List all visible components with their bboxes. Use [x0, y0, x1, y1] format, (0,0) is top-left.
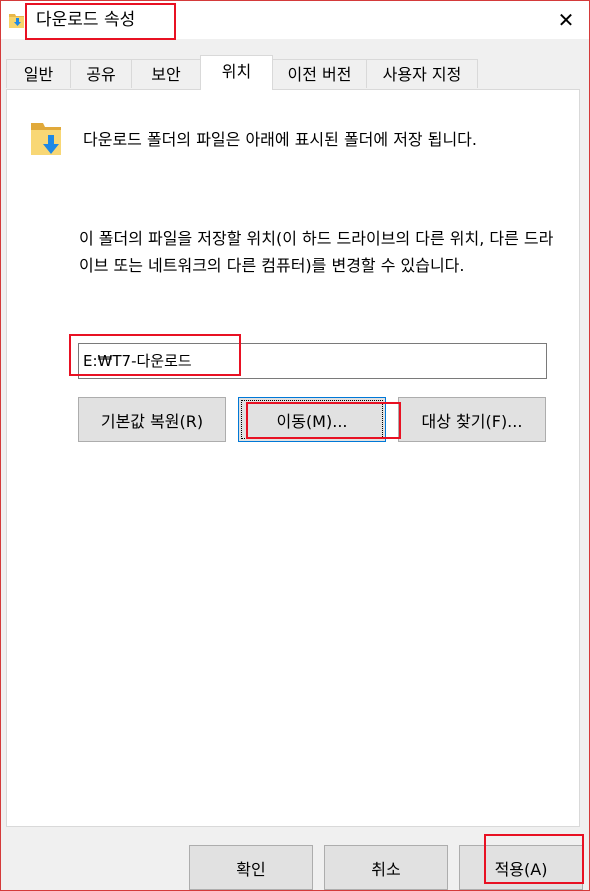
button-label: 기본값 복원(R)	[100, 411, 204, 431]
tab-label: 보안	[151, 65, 181, 84]
tab-security[interactable]: 보안	[131, 59, 201, 88]
tab-label: 사용자 지정	[382, 65, 462, 84]
folder-download-icon	[8, 10, 26, 30]
button-label: 적용(A)	[494, 859, 548, 879]
location-panel	[6, 89, 580, 827]
button-label: 취소	[371, 859, 401, 879]
path-input[interactable]: E:₩T7-다운로드	[78, 343, 547, 379]
tab-sharing[interactable]: 공유	[70, 59, 132, 88]
tab-previous-versions[interactable]: 이전 버전	[272, 59, 367, 88]
tab-label: 공유	[86, 65, 116, 84]
button-label: 확인	[236, 859, 266, 879]
tab-general[interactable]: 일반	[6, 59, 71, 88]
tab-location[interactable]: 위치	[200, 55, 273, 90]
folder-download-icon	[29, 117, 67, 159]
find-target-button[interactable]: 대상 찾기(F)...	[398, 397, 546, 442]
close-button[interactable]: ✕	[543, 1, 589, 39]
move-button[interactable]: 이동(M)...	[238, 397, 386, 442]
location-info-text: 이 폴더의 파일을 저장할 위치(이 하드 드라이브의 다른 위치, 다른 드라…	[79, 229, 554, 275]
apply-button[interactable]: 적용(A)	[459, 845, 583, 890]
title-bar: 다운로드 속성 ✕	[1, 1, 589, 39]
location-description: 다운로드 폴더의 파일은 아래에 표시된 폴더에 저장 됩니다.	[83, 130, 477, 149]
ok-button[interactable]: 확인	[189, 845, 313, 890]
window-title: 다운로드 속성	[36, 10, 136, 30]
tab-customize[interactable]: 사용자 지정	[366, 59, 478, 88]
tab-label: 일반	[23, 65, 54, 84]
tab-label: 이전 버전	[287, 65, 352, 84]
close-icon: ✕	[557, 8, 575, 32]
restore-default-button[interactable]: 기본값 복원(R)	[78, 397, 226, 442]
button-label: 이동(M)...	[276, 411, 348, 431]
button-label: 대상 찾기(F)...	[421, 411, 523, 431]
cancel-button[interactable]: 취소	[324, 845, 448, 890]
tab-label: 위치	[221, 62, 252, 81]
